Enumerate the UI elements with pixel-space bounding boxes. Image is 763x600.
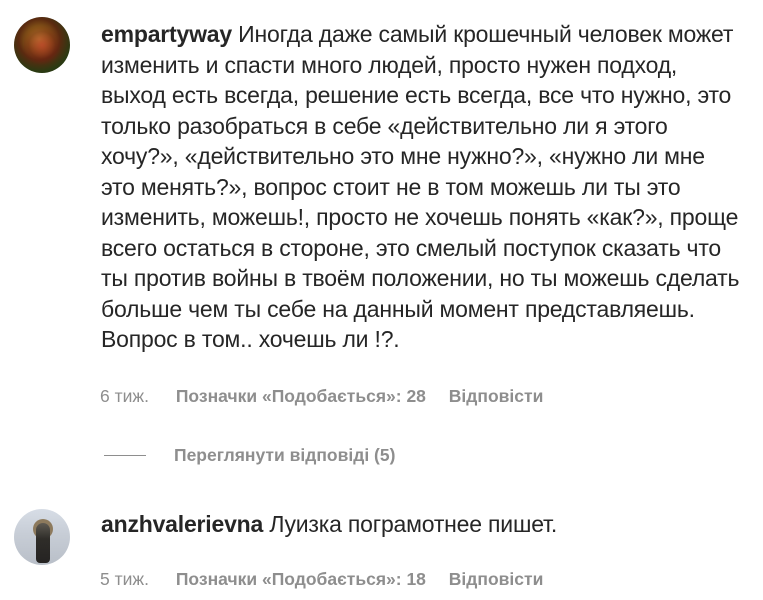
- avatar[interactable]: [14, 509, 70, 565]
- comment-meta: 6 тиж. Позначки «Подобається»: 28 Відпов…: [100, 386, 561, 407]
- comment-likes[interactable]: Позначки «Подобається»: 18: [176, 569, 426, 589]
- comment-item: anzhvalerievna Луизка пограмотнее пишет.…: [14, 495, 743, 600]
- view-replies-button[interactable]: Переглянути відповіді (5): [104, 440, 395, 470]
- comment-text: Луизка пограмотнее пишет.: [269, 511, 558, 537]
- comment-time[interactable]: 5 тиж.: [100, 569, 149, 589]
- comment-body: anzhvalerievna Луизка пограмотнее пишет.: [101, 509, 741, 540]
- comment-time[interactable]: 6 тиж.: [100, 386, 149, 406]
- comment-item: empartyway Иногда даже самый крошечный ч…: [14, 0, 743, 420]
- divider: [104, 454, 146, 456]
- reply-button[interactable]: Відповісти: [449, 386, 544, 406]
- avatar-photo-figure: [36, 523, 50, 563]
- comment-username[interactable]: anzhvalerievna: [101, 511, 263, 537]
- reply-button[interactable]: Відповісти: [449, 569, 544, 589]
- comment-meta: 5 тиж. Позначки «Подобається»: 18 Відпов…: [100, 569, 561, 590]
- comment-likes[interactable]: Позначки «Подобається»: 28: [176, 386, 426, 406]
- avatar[interactable]: [14, 17, 70, 73]
- comment-body: empartyway Иногда даже самый крошечный ч…: [101, 19, 741, 355]
- view-replies-label: Переглянути відповіді (5): [174, 444, 396, 465]
- comment-username[interactable]: empartyway: [101, 21, 232, 47]
- comment-text: Иногда даже самый крошечный человек може…: [101, 21, 740, 352]
